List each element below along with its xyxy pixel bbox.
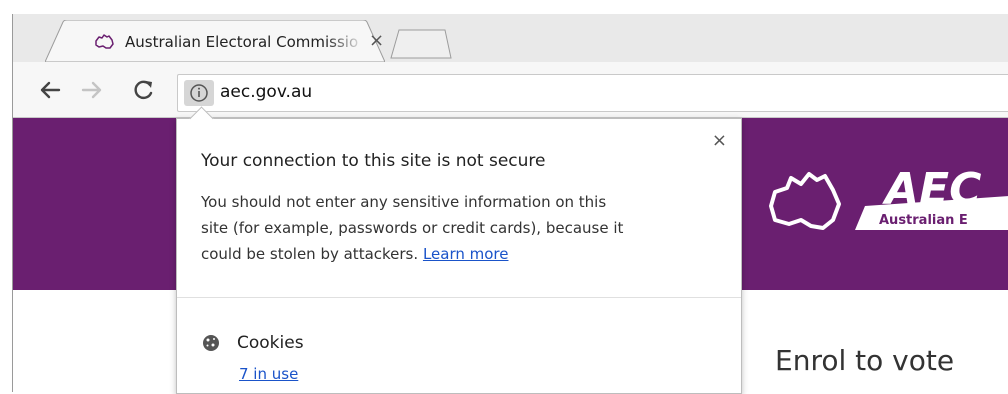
learn-more-link[interactable]: Learn more xyxy=(423,245,509,263)
aec-logo-text: AEC xyxy=(882,166,981,215)
active-tab[interactable]: Australian Electoral Commission × xyxy=(45,20,385,62)
popup-message-line: You should not enter any sensitive infor… xyxy=(201,193,607,211)
popup-close-icon[interactable]: × xyxy=(712,131,727,151)
cookies-label: Cookies xyxy=(237,333,304,353)
reload-icon[interactable] xyxy=(131,78,157,102)
australia-map-icon xyxy=(95,34,114,49)
cookies-in-use-link[interactable]: 7 in use xyxy=(239,365,298,383)
popup-message-text: could be stolen by attackers. xyxy=(201,245,419,263)
aec-logo: AEC Australian E xyxy=(769,166,1008,230)
cookie-icon xyxy=(203,335,219,351)
new-tab-button[interactable] xyxy=(385,28,455,62)
popup-title: Your connection to this site is not secu… xyxy=(201,151,546,171)
popup-message-line-3: could be stolen by attackers. Learn more xyxy=(201,241,725,267)
url-text: aec.gov.au xyxy=(220,82,313,102)
tab-close-icon[interactable]: × xyxy=(369,31,384,51)
info-icon xyxy=(190,84,208,102)
address-bar[interactable]: aec.gov.au xyxy=(177,74,1008,112)
site-info-button[interactable] xyxy=(184,80,214,106)
popup-message: You should not enter any sensitive infor… xyxy=(201,189,725,267)
popup-divider xyxy=(177,297,741,298)
enrol-heading[interactable]: Enrol to vote xyxy=(775,344,954,377)
top-strip xyxy=(0,0,1008,14)
site-info-popup: × Your connection to this site is not se… xyxy=(176,106,742,394)
tab-title: Australian Electoral Commission xyxy=(125,33,359,51)
tab-bar: Australian Electoral Commission × xyxy=(13,14,1008,62)
toolbar: aec.gov.au xyxy=(13,62,1008,118)
popup-message-line: site (for example, passwords or credit c… xyxy=(201,219,624,237)
aec-logo-subtext: Australian E xyxy=(879,213,968,228)
tab-title-fade xyxy=(325,30,365,56)
back-arrow-icon[interactable] xyxy=(37,78,63,102)
forward-arrow-icon[interactable] xyxy=(79,78,105,102)
